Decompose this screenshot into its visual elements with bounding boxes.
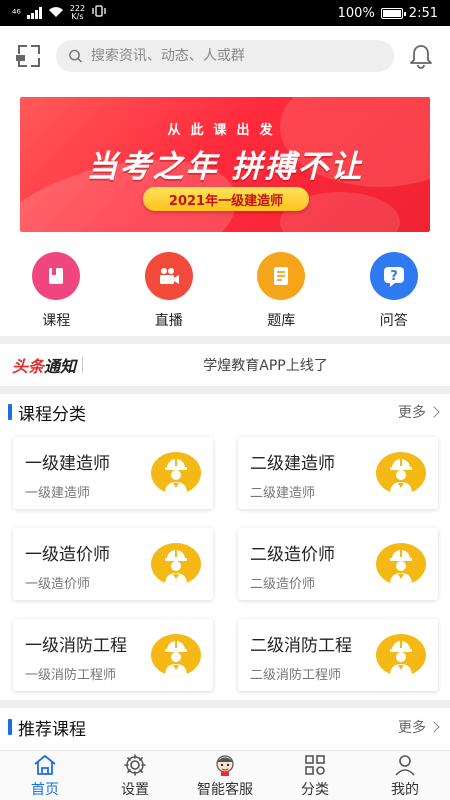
course-card[interactable]: 一级消防工程 一级消防工程师	[13, 619, 213, 691]
video-camera-icon	[144, 252, 193, 300]
quick-nav-question-bank[interactable]: 题库	[225, 252, 338, 332]
home-icon	[34, 755, 56, 775]
quick-nav-live[interactable]: 直播	[113, 252, 226, 332]
clock: 2:51	[408, 5, 438, 21]
quick-nav-label: 直播	[154, 313, 183, 329]
quick-nav: 课程 直播 题库 ? 问答	[0, 252, 450, 332]
course-title: 二级建造师	[250, 454, 335, 474]
tab-label: 我的	[391, 782, 419, 798]
course-section-header: 课程分类 更多	[0, 394, 450, 430]
battery-percent: 100%	[337, 5, 375, 21]
course-title: 一级造价师	[25, 545, 110, 565]
divider	[0, 386, 450, 394]
course-card[interactable]: 二级造价师 二级造价师	[238, 528, 438, 600]
status-bar: ⁴⁶ 222 K/s 100% 2:51	[0, 0, 450, 26]
course-subtitle: 一级消防工程师	[25, 668, 117, 683]
course-subtitle: 二级造价师	[250, 577, 316, 592]
network-type: ⁴⁶	[12, 6, 21, 20]
signal-icon	[26, 7, 42, 19]
vibrate-icon	[91, 5, 107, 21]
section-accent-bar	[8, 404, 12, 420]
quick-nav-label: 问答	[379, 313, 408, 329]
question-icon: ?	[369, 252, 418, 300]
book-icon	[32, 252, 81, 300]
notice-badge: 头条通知	[12, 357, 77, 376]
course-subtitle: 二级建造师	[250, 486, 316, 501]
chevron-right-icon	[428, 721, 440, 733]
bell-icon[interactable]	[406, 41, 436, 71]
battery-icon	[380, 7, 406, 19]
section-accent-bar	[8, 719, 12, 735]
banner-title: 当考之年 拼搏不让	[86, 149, 364, 185]
grid-icon	[305, 755, 325, 775]
worker-icon	[151, 543, 201, 585]
headline-notice[interactable]: 头条通知 学煌教育APP上线了	[0, 344, 450, 386]
search-bar[interactable]	[56, 40, 394, 72]
tab-settings[interactable]: 设置	[90, 751, 180, 800]
course-title: 二级消防工程	[250, 636, 352, 656]
quick-nav-label: 课程	[42, 313, 71, 329]
section-title: 课程分类	[18, 404, 86, 425]
quick-nav-course[interactable]: 课程	[0, 252, 113, 332]
assistant-avatar-icon	[216, 755, 234, 776]
course-title: 一级建造师	[25, 454, 110, 474]
tab-mine[interactable]: 我的	[360, 751, 450, 800]
recommend-section-header: 推荐课程 更多	[0, 709, 450, 745]
tab-home[interactable]: 首页	[0, 751, 90, 800]
course-card[interactable]: 二级消防工程 二级消防工程师	[238, 619, 438, 691]
course-title: 一级消防工程	[25, 636, 127, 656]
scan-icon[interactable]	[14, 41, 44, 71]
course-subtitle: 一级建造师	[25, 486, 91, 501]
course-card[interactable]: 一级造价师 一级造价师	[13, 528, 213, 600]
chevron-right-icon	[428, 406, 440, 418]
banner-pill: 2021年一级建造师	[143, 187, 309, 211]
promo-banner[interactable]: 从此课出发 当考之年 拼搏不让 2021年一级建造师	[20, 97, 430, 232]
banner-subtitle: 从此课出发	[167, 123, 283, 138]
course-card[interactable]: 二级建造师 二级建造师	[238, 437, 438, 509]
top-bar	[0, 26, 450, 86]
tab-label: 设置	[121, 782, 149, 798]
bottom-tab-bar: 首页 设置 智能客服 分类 我的	[0, 750, 450, 800]
course-title: 二级造价师	[250, 545, 335, 565]
quick-nav-label: 题库	[267, 313, 296, 329]
course-subtitle: 一级造价师	[25, 577, 91, 592]
course-card[interactable]: 一级建造师 一级建造师	[13, 437, 213, 509]
divider	[0, 336, 450, 344]
tab-label: 首页	[31, 782, 59, 798]
search-icon	[69, 49, 82, 63]
worker-icon	[151, 452, 201, 494]
course-subtitle: 二级消防工程师	[250, 668, 342, 683]
worker-icon	[376, 543, 426, 585]
worker-icon	[376, 452, 426, 494]
worker-icon	[151, 634, 201, 676]
divider	[0, 700, 450, 708]
quick-nav-qa[interactable]: ? 问答	[338, 252, 450, 332]
user-icon	[395, 755, 415, 776]
search-input[interactable]	[90, 48, 382, 64]
divider	[82, 357, 84, 373]
notebook-icon	[257, 252, 306, 300]
more-link[interactable]: 更多	[398, 717, 440, 737]
tab-label: 分类	[301, 782, 329, 798]
gear-icon	[124, 754, 146, 776]
svg-text:?: ?	[390, 269, 398, 284]
notice-text: 学煌教育APP上线了	[203, 358, 328, 374]
wifi-icon	[48, 6, 64, 21]
tab-category[interactable]: 分类	[270, 751, 360, 800]
worker-icon	[376, 634, 426, 676]
more-link[interactable]: 更多	[398, 402, 440, 422]
section-title: 推荐课程	[18, 719, 86, 740]
tab-label: 智能客服	[197, 782, 253, 798]
network-speed: 222 K/s	[69, 4, 86, 21]
tab-smart-service[interactable]: 智能客服	[180, 751, 270, 800]
